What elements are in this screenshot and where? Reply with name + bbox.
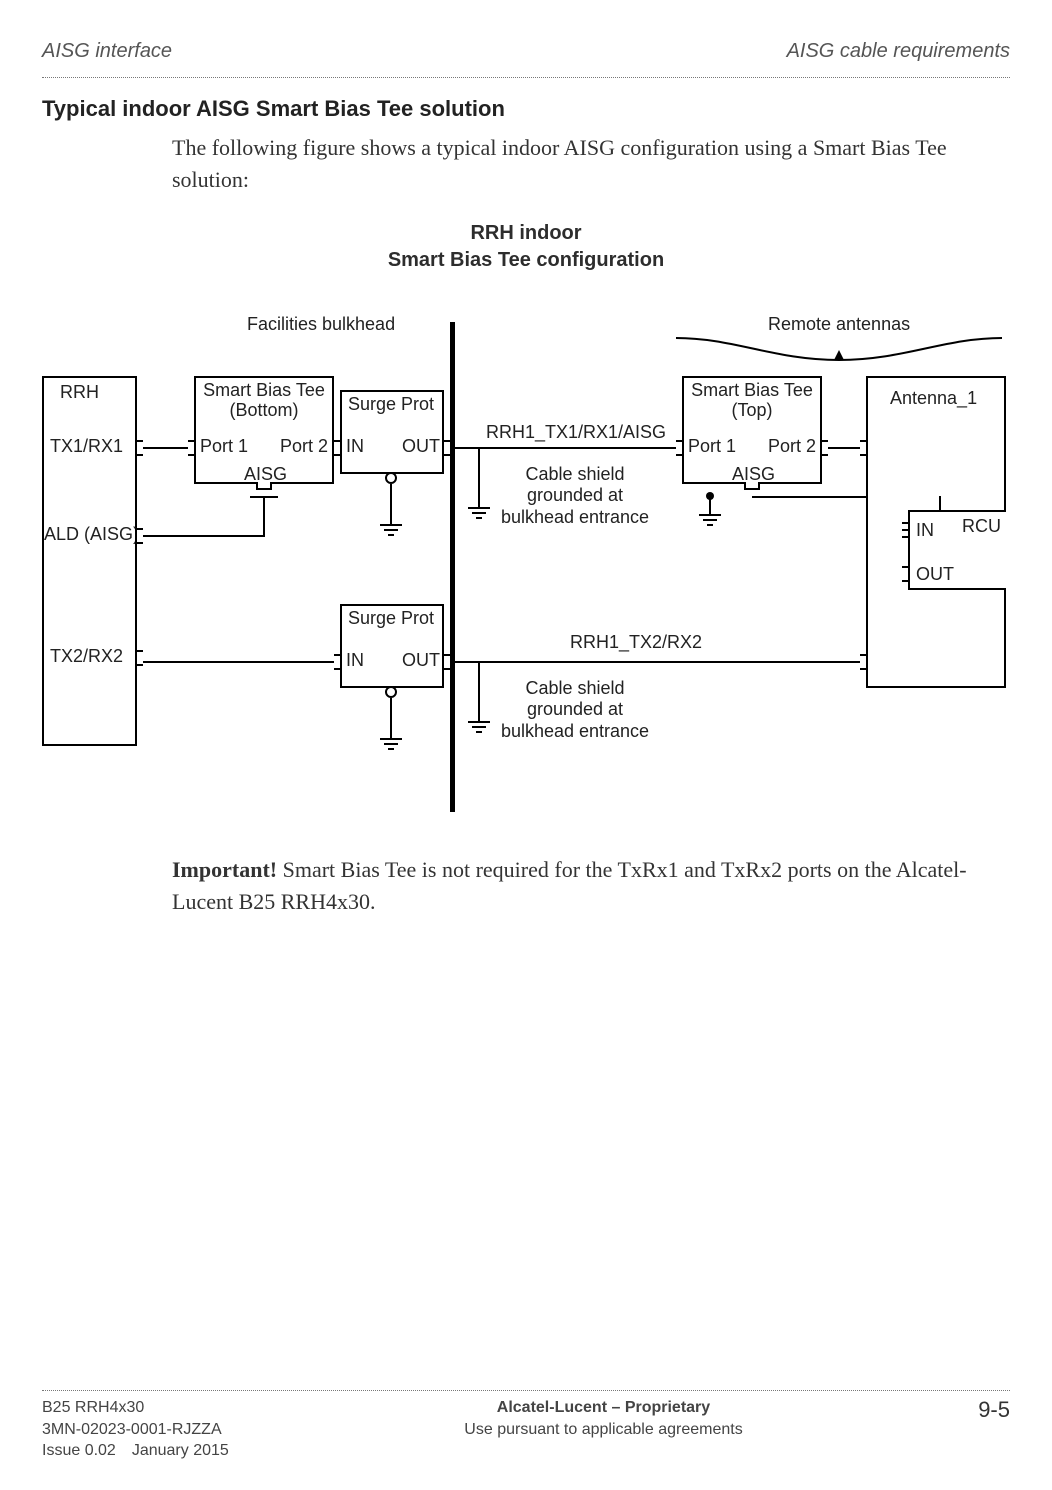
diagram: Facilities bulkhead Remote antennas RRH …: [42, 314, 1010, 824]
label-rrh1-tx1: RRH1_TX1/RX1/AISG: [486, 422, 666, 443]
ground-icon-4: [468, 507, 490, 519]
label-sbt-bottom-port2: Port 2: [280, 436, 328, 457]
page-footer: B25 RRH4x30 3MN-02023-0001-RJZZA Issue 0…: [42, 1390, 1010, 1462]
label-surge-top-out: OUT: [402, 436, 440, 457]
port-sbt-bottom-port2: [332, 440, 340, 456]
label-facilities-bulkhead: Facilities bulkhead: [247, 314, 395, 335]
label-antenna: Antenna_1: [890, 388, 977, 409]
label-ald-aisg: ALD (AISG): [44, 524, 139, 545]
label-sbt-bottom: Smart Bias Tee (Bottom): [202, 380, 326, 421]
footer-center-l2: Use pursuant to applicable agreements: [464, 1419, 742, 1441]
label-sbt-top-port1: Port 1: [688, 436, 736, 457]
port-surge-bottom-out: [442, 654, 450, 670]
cable-shield-l3b: bulkhead entrance: [501, 721, 649, 741]
label-rcu-out: OUT: [916, 564, 954, 585]
label-tx2rx2: TX2/RX2: [50, 646, 123, 667]
label-surge-bottom: Surge Prot: [348, 608, 434, 629]
important-lead: Important!: [172, 857, 277, 882]
port-sbt-top-port2: [820, 440, 828, 456]
label-rcu-in: IN: [916, 520, 934, 541]
box-rrh: [42, 376, 137, 746]
label-rrh1-tx2: RRH1_TX2/RX2: [570, 632, 702, 653]
important-text: Smart Bias Tee is not required for the T…: [172, 857, 967, 914]
ground-icon-2: [380, 698, 402, 750]
port-sbt-top-aisg: [744, 482, 760, 490]
cable-shield-l3a: bulkhead entrance: [501, 507, 649, 527]
port-rrh-tx2rx2: [135, 650, 143, 666]
port-antenna-bottom: [860, 654, 868, 670]
footer-left-l1: B25 RRH4x30: [42, 1397, 229, 1419]
figure-title-line1: RRH indoor: [470, 222, 581, 244]
figure-title: RRH indoor Smart Bias Tee configuration: [42, 220, 1010, 274]
label-cable-shield-2: Cable shield grounded at bulkhead entran…: [490, 678, 660, 743]
surge-top-terminal-icon: [385, 472, 397, 484]
footer-rule: [42, 1390, 1010, 1391]
ground-icon-5: [468, 721, 490, 733]
port-surge-top-out: [442, 440, 450, 456]
header-left: AISG interface: [42, 40, 172, 63]
label-sbt-bottom-port1: Port 1: [200, 436, 248, 457]
label-rcu: RCU: [962, 516, 1001, 537]
port-sbt-bottom-aisg: [256, 482, 272, 490]
bulkhead-line: [450, 322, 455, 812]
label-remote-antennas: Remote antennas: [768, 314, 910, 335]
ground-icon-3: [699, 514, 721, 526]
label-surge-bottom-out: OUT: [402, 650, 440, 671]
label-sbt-top-port2: Port 2: [768, 436, 816, 457]
label-sbt-top-l1: Smart Bias Tee: [691, 380, 813, 400]
label-tx1rx1: TX1/RX1: [50, 436, 123, 457]
ground-icon: [380, 484, 402, 536]
header-rule: [42, 77, 1010, 78]
port-rrh-ald: [135, 528, 143, 544]
label-sbt-top: Smart Bias Tee (Top): [690, 380, 814, 421]
important-note: Important! Smart Bias Tee is not require…: [172, 854, 1010, 918]
label-surge-top: Surge Prot: [348, 394, 434, 415]
header-right: AISG cable requirements: [787, 40, 1010, 63]
footer-left-l2: 3MN-02023-0001-RJZZA: [42, 1419, 229, 1441]
section-intro: The following figure shows a typical ind…: [172, 132, 1010, 196]
port-antenna-top: [860, 440, 868, 456]
section-title: Typical indoor AISG Smart Bias Tee solut…: [42, 96, 1010, 122]
figure-title-line2: Smart Bias Tee configuration: [388, 249, 664, 271]
cable-shield-l1b: Cable shield: [525, 678, 624, 698]
surge-bottom-terminal-icon: [385, 686, 397, 698]
label-sbt-bottom-l1: Smart Bias Tee: [203, 380, 325, 400]
footer-left-l3: Issue 0.02 January 2015: [42, 1440, 229, 1462]
page-number: 9-5: [978, 1397, 1010, 1423]
label-sbt-bottom-l2: (Bottom): [229, 400, 298, 420]
port-rrh-tx1rx1: [135, 440, 143, 456]
cable-shield-l2a: grounded at: [527, 485, 623, 505]
brace-icon: [674, 336, 1004, 364]
label-surge-bottom-in: IN: [346, 650, 364, 671]
port-sbt-top-port1: [676, 440, 684, 456]
cable-shield-l1a: Cable shield: [525, 464, 624, 484]
port-sbt-bottom-port1: [188, 440, 196, 456]
port-surge-bottom-in: [334, 654, 342, 670]
label-rrh: RRH: [60, 382, 99, 403]
label-cable-shield-1: Cable shield grounded at bulkhead entran…: [490, 464, 660, 529]
label-sbt-top-l2: (Top): [731, 400, 772, 420]
label-surge-top-in: IN: [346, 436, 364, 457]
cable-shield-l2b: grounded at: [527, 699, 623, 719]
port-rcu-out: [902, 566, 910, 582]
footer-center-l1: Alcatel-Lucent – Proprietary: [464, 1397, 742, 1419]
